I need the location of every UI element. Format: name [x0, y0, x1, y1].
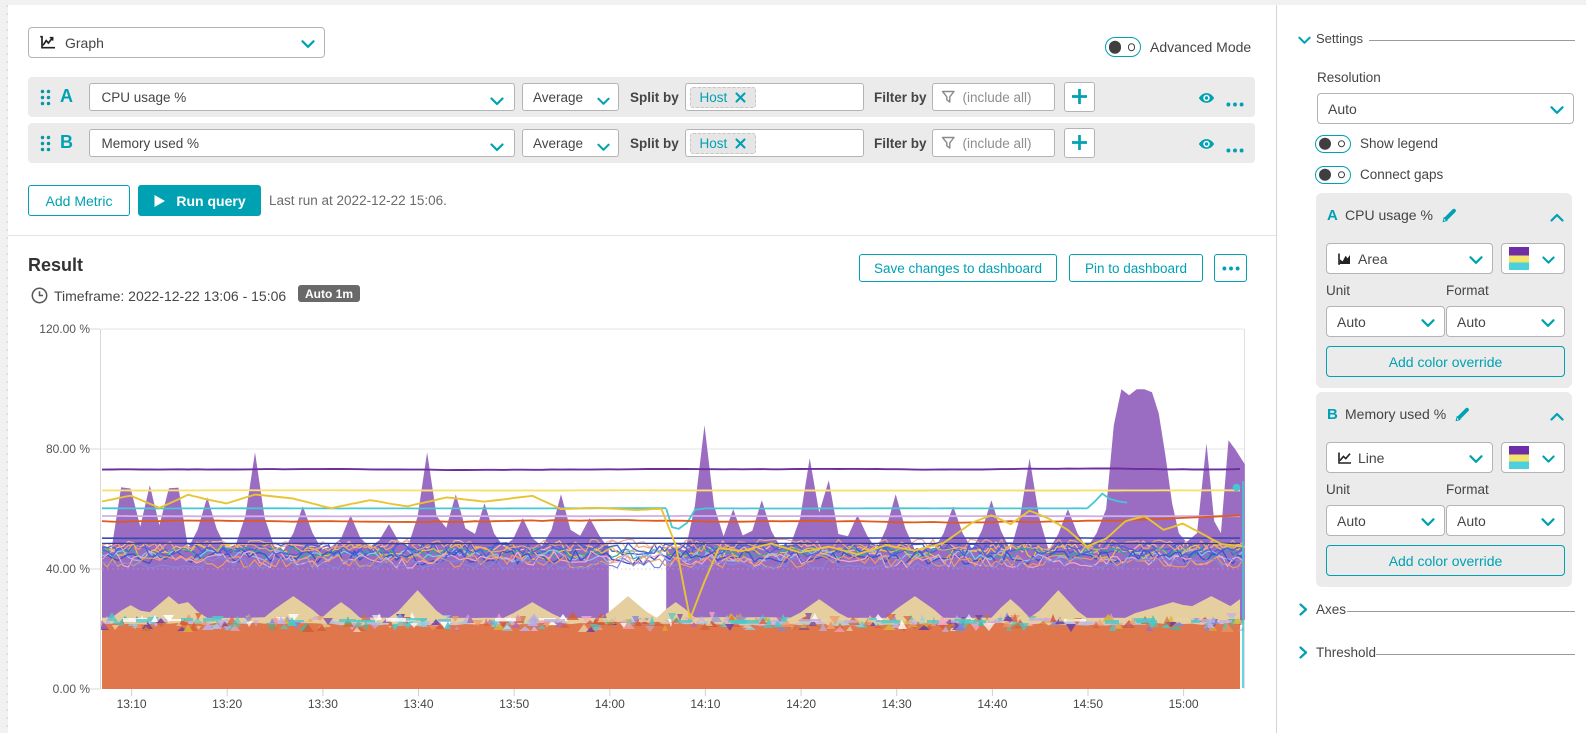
svg-text:40.00 %: 40.00 %: [46, 562, 90, 576]
svg-text:13:40: 13:40: [403, 697, 433, 711]
svg-text:80.00 %: 80.00 %: [46, 442, 90, 456]
svg-text:14:40: 14:40: [977, 697, 1007, 711]
svg-text:14:10: 14:10: [690, 697, 720, 711]
svg-text:13:50: 13:50: [499, 697, 529, 711]
svg-text:0.00 %: 0.00 %: [53, 682, 91, 696]
svg-text:15:00: 15:00: [1169, 697, 1199, 711]
svg-text:13:10: 13:10: [117, 697, 147, 711]
svg-text:14:30: 14:30: [882, 697, 912, 711]
svg-text:120.00 %: 120.00 %: [39, 322, 90, 336]
svg-text:14:50: 14:50: [1073, 697, 1103, 711]
svg-text:14:20: 14:20: [786, 697, 816, 711]
svg-text:14:00: 14:00: [595, 697, 625, 711]
svg-text:13:30: 13:30: [308, 697, 338, 711]
svg-text:13:20: 13:20: [212, 697, 242, 711]
